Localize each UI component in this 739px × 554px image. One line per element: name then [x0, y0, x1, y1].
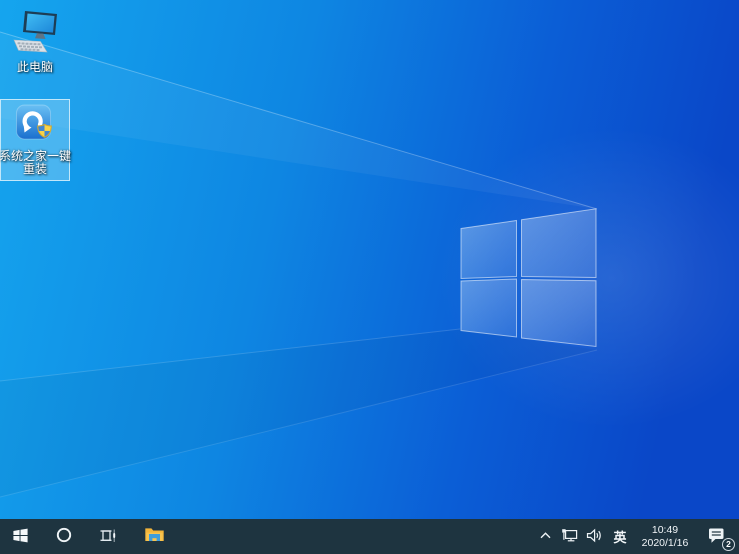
taskbar-empty-area: [178, 519, 534, 554]
desktop-icon-label: 系统之家一键 重装: [0, 150, 71, 176]
volume-button[interactable]: [582, 519, 607, 554]
system-tray: 英 10:49 2020/1/16 2: [534, 519, 739, 554]
clock-time: 10:49: [651, 523, 679, 536]
desktop-icon-label: 此电脑: [16, 60, 53, 74]
taskbar: 英 10:49 2020/1/16 2: [0, 519, 739, 554]
language-indicator[interactable]: 英: [607, 519, 633, 554]
task-view-icon: [100, 527, 117, 547]
folder-icon: [144, 526, 165, 547]
wallpaper-art: [0, 0, 739, 519]
show-hidden-icons-button[interactable]: [534, 519, 557, 554]
file-explorer-button[interactable]: [131, 519, 178, 554]
desktop-icon-system-home-reinstall[interactable]: 系统之家一键 重装: [0, 99, 71, 181]
speaker-icon: [586, 528, 603, 546]
reinstall-app-icon: [15, 103, 55, 148]
search-button[interactable]: [41, 519, 86, 554]
search-circle-icon: [55, 526, 73, 547]
label-line-2: 重装: [23, 162, 48, 176]
clock-date: 2020/1/16: [641, 536, 689, 549]
notification-badge: 2: [722, 537, 735, 551]
desktop-icon-this-pc[interactable]: 此电脑: [0, 5, 70, 77]
desktop-wallpaper: [0, 0, 739, 519]
clock[interactable]: 10:49 2020/1/16: [633, 519, 697, 554]
windows-logo-icon: [12, 527, 29, 547]
computer-icon: [11, 8, 59, 59]
windows-desktop: 此电脑 系统之家一键 重装 英 10:49 2020/1/16 2: [0, 0, 739, 554]
network-button[interactable]: [557, 519, 582, 554]
action-center-icon: 2: [705, 526, 735, 551]
start-button[interactable]: [0, 519, 41, 554]
chevron-up-icon: [539, 529, 552, 545]
ethernet-icon: [561, 528, 578, 546]
action-center-button[interactable]: 2: [697, 519, 739, 554]
task-view-button[interactable]: [86, 519, 131, 554]
